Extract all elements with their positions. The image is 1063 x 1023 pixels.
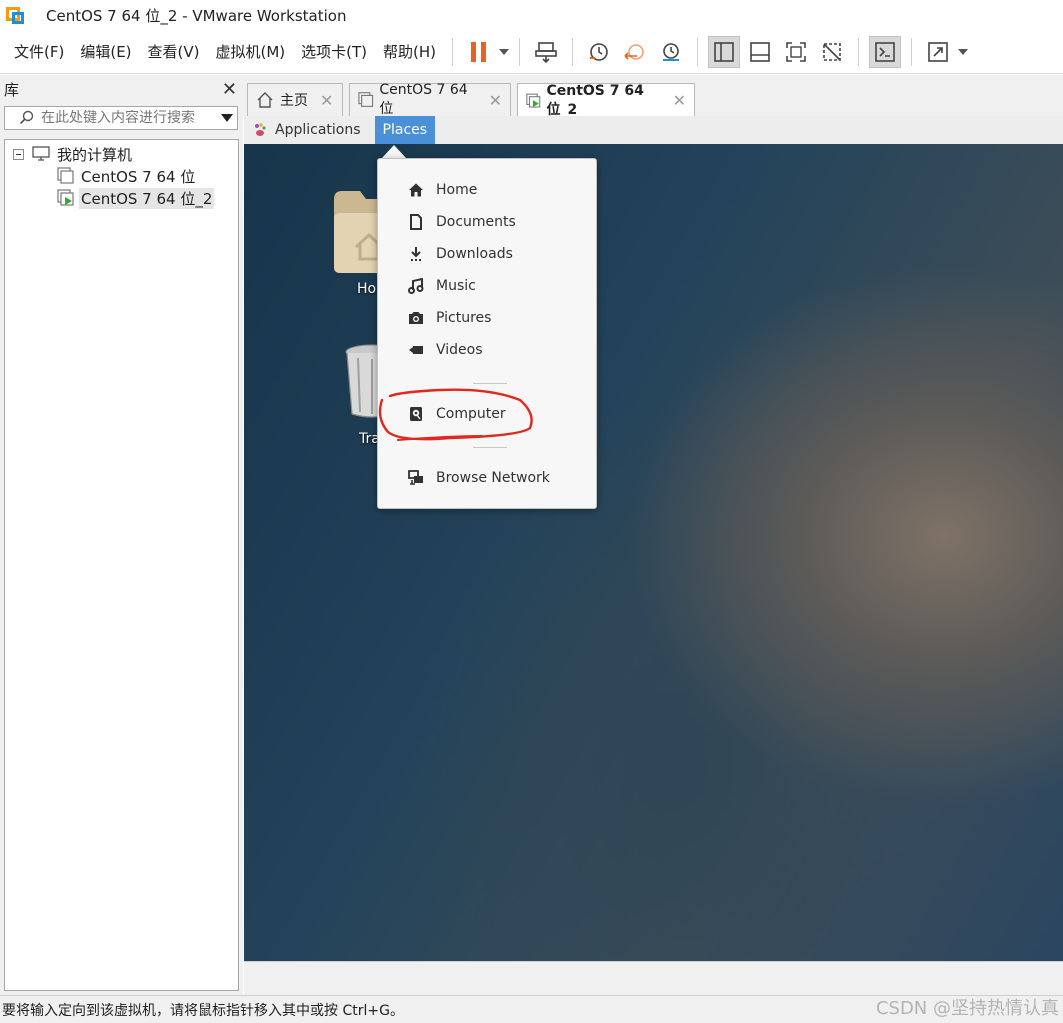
places-item-label: Downloads bbox=[436, 246, 513, 262]
places-item-label: Music bbox=[436, 278, 476, 294]
toolbar-separator bbox=[452, 37, 454, 66]
vm-status-strip bbox=[244, 961, 1063, 995]
stretch-dropdown-arrow-icon[interactable] bbox=[956, 36, 970, 68]
console-icon[interactable] bbox=[869, 35, 902, 68]
watermark: CSDN @坚持热情认真 bbox=[875, 998, 1059, 1019]
tab-label: 主页 bbox=[280, 93, 308, 109]
vm-running-icon bbox=[526, 93, 541, 108]
toolbar-separator bbox=[858, 37, 860, 66]
menu-vm[interactable]: 虚拟机(M) bbox=[208, 30, 294, 73]
tab-close-icon[interactable]: ✕ bbox=[320, 91, 333, 110]
search-icon bbox=[19, 110, 34, 125]
thumbnail-view-icon[interactable] bbox=[744, 36, 776, 68]
tree-label: 我的计算机 bbox=[57, 145, 133, 164]
applications-menu[interactable]: Applications bbox=[244, 116, 375, 144]
title-bar: CentOS 7 64 位_2 - VMware Workstation bbox=[0, 0, 1063, 30]
places-item-home[interactable]: Home bbox=[408, 179, 477, 201]
toolbar-separator bbox=[697, 37, 699, 66]
places-item-label: Browse Network bbox=[436, 470, 550, 486]
places-popup: Home Documents Downloads Music Pictures … bbox=[377, 158, 597, 509]
tab-close-icon[interactable]: ✕ bbox=[489, 91, 502, 110]
vm-running-icon bbox=[57, 189, 74, 206]
revert-snapshot-icon[interactable] bbox=[619, 36, 651, 68]
places-menu[interactable]: Places bbox=[374, 116, 436, 144]
places-item-label: Documents bbox=[436, 214, 516, 230]
tab-close-icon[interactable]: ✕ bbox=[673, 91, 686, 110]
tree-item-vm-running[interactable]: CentOS 7 64 位_2 bbox=[57, 187, 215, 209]
menu-tabs[interactable]: 选项卡(T) bbox=[293, 30, 375, 73]
library-search[interactable] bbox=[4, 106, 238, 130]
places-item-network[interactable]: Browse Network bbox=[408, 467, 550, 489]
library-panel: 库 ✕ 我的计算机 CentOS 7 64 位 CentOS 7 64 位_2 bbox=[0, 75, 243, 995]
places-item-documents[interactable]: Documents bbox=[408, 211, 516, 233]
library-header: 库 ✕ bbox=[0, 75, 243, 103]
places-item-videos[interactable]: Videos bbox=[408, 339, 483, 361]
tree-item-my-computer[interactable]: 我的计算机 bbox=[13, 143, 134, 165]
snapshot-icon[interactable] bbox=[583, 36, 615, 68]
vm-icon bbox=[57, 167, 74, 184]
gnome-foot-icon bbox=[255, 123, 266, 136]
tab-vm-active[interactable]: CentOS 7 64 位_2 ✕ bbox=[517, 82, 695, 118]
tab-home[interactable]: 主页 ✕ bbox=[247, 83, 343, 116]
fullscreen-icon[interactable] bbox=[780, 36, 812, 68]
places-item-label: Pictures bbox=[436, 310, 492, 326]
menu-edit[interactable]: 编辑(E) bbox=[72, 30, 139, 73]
home-icon bbox=[409, 183, 423, 197]
search-dropdown-icon[interactable] bbox=[221, 114, 233, 122]
library-title: 库 bbox=[4, 80, 20, 99]
places-item-pictures[interactable]: Pictures bbox=[408, 307, 491, 329]
places-item-music[interactable]: Music bbox=[408, 275, 476, 297]
tab-strip: 主页 ✕ CentOS 7 64 位 ✕ CentOS 7 64 位_2 ✕ bbox=[243, 75, 1063, 118]
places-item-downloads[interactable]: Downloads bbox=[408, 243, 513, 265]
send-ctrl-alt-del-icon[interactable] bbox=[530, 36, 562, 68]
unity-icon[interactable] bbox=[816, 36, 848, 68]
tab-label: CentOS 7 64 位_2 bbox=[546, 82, 644, 118]
tab-vm[interactable]: CentOS 7 64 位 ✕ bbox=[349, 82, 511, 117]
applications-label: Applications bbox=[275, 122, 361, 138]
collapse-icon[interactable] bbox=[13, 148, 24, 160]
places-item-label: Videos bbox=[436, 342, 483, 358]
toolbar-separator bbox=[519, 37, 521, 66]
network-icon bbox=[408, 470, 423, 485]
power-dropdown-arrow-icon[interactable] bbox=[497, 36, 511, 68]
vm-icon bbox=[358, 92, 374, 107]
home-icon bbox=[257, 92, 273, 108]
computer-icon bbox=[32, 146, 50, 161]
library-view-icon[interactable] bbox=[708, 35, 741, 68]
search-input[interactable] bbox=[41, 110, 221, 126]
pause-icon[interactable] bbox=[463, 36, 495, 68]
vmware-window: CentOS 7 64 位_2 - VMware Workstation 文件(… bbox=[0, 0, 1063, 1023]
tree-item-vm[interactable]: CentOS 7 64 位 bbox=[57, 165, 197, 187]
video-icon bbox=[409, 346, 423, 354]
annotation-circle bbox=[378, 388, 533, 441]
toolbar-separator bbox=[911, 37, 913, 66]
close-icon[interactable]: ✕ bbox=[222, 79, 237, 100]
menu-help[interactable]: 帮助(H) bbox=[375, 30, 444, 73]
stretch-icon[interactable] bbox=[922, 36, 954, 68]
home-icon-label: Ho bbox=[357, 281, 377, 297]
popup-arrow bbox=[382, 145, 406, 158]
window-title: CentOS 7 64 位_2 - VMware Workstation bbox=[46, 6, 347, 25]
document-icon bbox=[410, 214, 422, 230]
status-text: 要将输入定向到该虚拟机，请将鼠标指针移入其中或按 Ctrl+G。 bbox=[2, 1002, 404, 1019]
menu-file[interactable]: 文件(F) bbox=[0, 30, 72, 73]
tree-label: CentOS 7 64 位 bbox=[81, 167, 196, 186]
snapshot-manager-icon[interactable] bbox=[655, 36, 687, 68]
places-label: Places bbox=[382, 122, 428, 138]
menu-view[interactable]: 查看(V) bbox=[140, 30, 208, 73]
tab-label: CentOS 7 64 位 bbox=[379, 82, 468, 117]
tree-label: CentOS 7 64 位_2 bbox=[79, 187, 215, 209]
camera-icon bbox=[409, 312, 423, 324]
download-icon bbox=[411, 247, 421, 261]
vmware-logo-icon bbox=[6, 5, 26, 25]
menu-toolbar: 文件(F) 编辑(E) 查看(V) 虚拟机(M) 选项卡(T) 帮助(H) bbox=[0, 30, 1063, 74]
toolbar-separator bbox=[572, 37, 574, 66]
gnome-top-bar: Applications Places bbox=[244, 116, 1063, 144]
library-tree: 我的计算机 CentOS 7 64 位 CentOS 7 64 位_2 bbox=[4, 139, 239, 991]
guest-display[interactable]: Applications Places Ho Tra bbox=[244, 116, 1063, 961]
music-icon bbox=[408, 278, 424, 294]
places-item-label: Home bbox=[436, 182, 478, 198]
